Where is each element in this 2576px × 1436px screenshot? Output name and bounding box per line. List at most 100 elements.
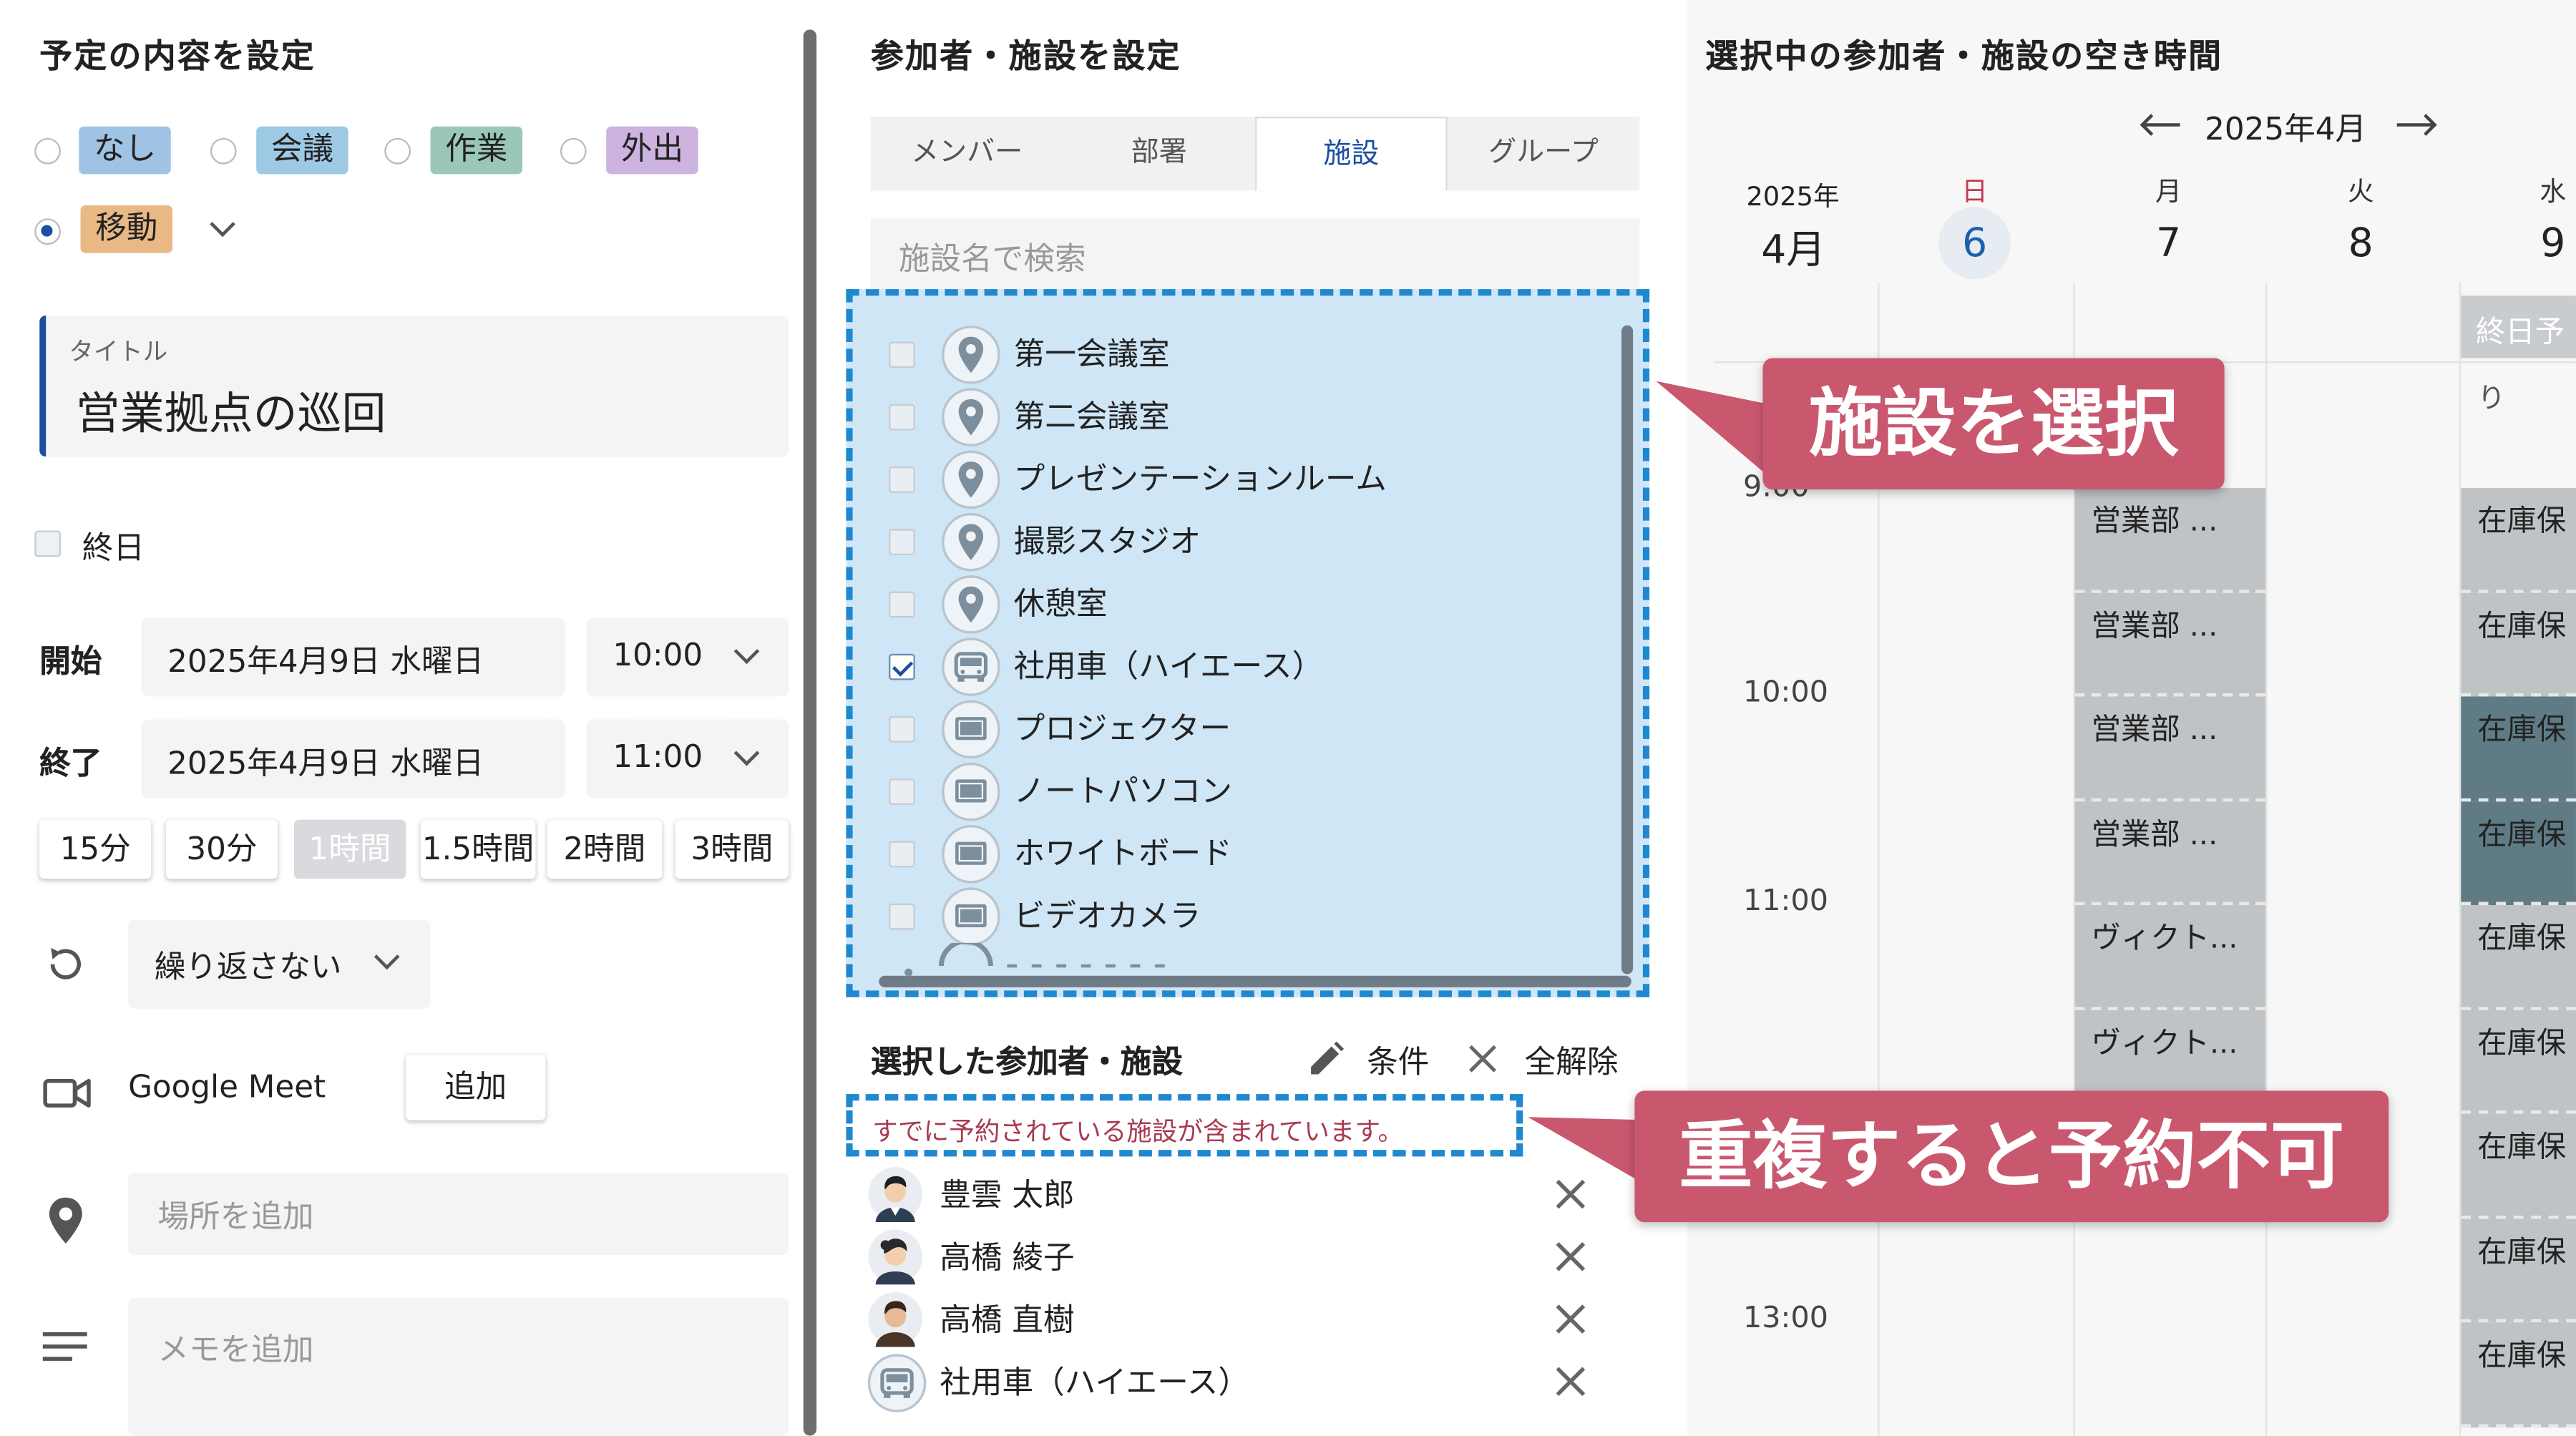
facility-item[interactable]: 第二会議室 [889,388,1611,447]
facility-item[interactable]: 休憩室 [889,575,1611,635]
facility-item[interactable]: プレゼンテーションルーム [889,450,1611,509]
duration-button[interactable]: 15分 [39,819,152,879]
start-label: 開始 [39,643,102,680]
duration-button[interactable]: 2時間 [547,819,663,879]
selected-name: 社用車（ハイエース） [940,1364,1249,1402]
category-radio[interactable] [34,218,61,245]
duration-button[interactable]: 3時間 [675,819,789,879]
month-nav-label: 2025年4月 [2205,112,2367,148]
calendar-event[interactable]: 在庫保 [2461,1009,2576,1114]
list-scrollbar-vertical[interactable] [1621,325,1634,975]
facility-checkbox[interactable] [889,903,915,930]
facility-search-input[interactable]: 施設名で検索 [870,218,1640,293]
category-radio[interactable] [34,137,61,165]
tab-3[interactable]: グループ [1448,117,1640,190]
day-number[interactable]: 9 [2517,207,2576,279]
remove-icon[interactable] [1554,1240,1587,1273]
facility-item[interactable]: 撮影スタジオ [889,512,1611,572]
end-label: 終了 [39,746,102,782]
calendar-event[interactable]: 営業部 ... [2074,801,2266,906]
allday-event[interactable]: 終日予 [2461,295,2576,358]
remove-icon[interactable] [1554,1303,1587,1336]
calendar-event[interactable]: 在庫保 [2461,592,2576,697]
duration-button[interactable]: 1.5時間 [420,819,536,879]
memo-input[interactable]: メモを追加 [128,1297,789,1436]
day-number[interactable]: 8 [2325,207,2397,279]
facility-item[interactable]: ノートパソコン [889,762,1611,821]
facility-checkbox[interactable] [889,653,915,680]
facility-item[interactable]: 第一会議室 [889,326,1611,385]
facility-checkbox[interactable] [889,778,915,805]
tab-2[interactable]: 施設 [1255,117,1448,191]
arrow-left-icon[interactable] [2139,112,2182,138]
category-tag[interactable]: なし [79,126,171,175]
chevron-down-icon [733,740,760,766]
remove-icon[interactable] [1554,1365,1587,1398]
title-field-value: 営業拠点の巡回 [75,389,386,441]
category-radio[interactable] [210,137,237,165]
facility-checkbox[interactable] [889,529,915,556]
start-time-value: 10:00 [613,637,703,674]
day-number[interactable]: 6 [1938,207,2011,280]
selected-item: 社用車（ハイエース） [867,1352,1590,1412]
title-field[interactable]: タイトル 営業拠点の巡回 [39,315,789,457]
end-time-select[interactable]: 11:00 [586,719,789,798]
category-radio[interactable] [560,137,587,165]
calendar-event[interactable]: 在庫保 [2461,801,2576,906]
allday-event-continued: り [2477,382,2506,416]
warning-box: すでに予約されている施設が含まれています。 [846,1094,1523,1157]
list-scrollbar-horizontal[interactable] [879,975,1631,987]
calendar-event[interactable]: 在庫保 [2461,487,2576,592]
arrow-right-icon[interactable] [2395,112,2438,138]
location-pin-icon [942,326,1001,385]
facility-checkbox[interactable] [889,467,915,493]
repeat-icon [50,947,81,980]
calendar-event[interactable]: 営業部 ... [2074,487,2266,592]
facility-checkbox[interactable] [889,341,915,368]
category-tag[interactable]: 外出 [606,126,698,175]
category-tag[interactable]: 移動 [80,205,173,253]
start-time-select[interactable]: 10:00 [586,617,789,697]
selected-item: 高橋 綾子 [867,1227,1590,1286]
facility-checkbox[interactable] [889,841,915,868]
calendar-event[interactable]: 在庫保 [2461,1113,2576,1218]
location-input[interactable]: 場所を追加 [128,1173,789,1256]
calendar-event[interactable]: 在庫保 [2461,1218,2576,1323]
meet-add-button[interactable]: 追加 [406,1054,546,1120]
facility-item[interactable]: プロジェクター [889,700,1611,759]
car-icon [942,638,1001,697]
tab-0[interactable]: メンバー [871,117,1063,190]
conditions-button[interactable]: 条件 [1367,1038,1429,1083]
clear-all-button[interactable]: 全解除 [1525,1038,1619,1083]
day-number[interactable]: 7 [2132,207,2205,279]
calendar-event[interactable]: 在庫保 [2461,905,2576,1010]
tab-1[interactable]: 部署 [1063,117,1255,190]
panel-divider[interactable] [803,29,817,1436]
facility-checkbox[interactable] [889,591,915,618]
day-name: 月 [2155,175,2182,207]
facility-item[interactable]: ビデオカメラ [889,887,1611,947]
facility-checkbox[interactable] [889,404,915,431]
category-tag[interactable]: 作業 [430,126,523,175]
chevron-down-icon[interactable] [210,211,235,238]
calendar-event[interactable]: 在庫保 [2461,696,2576,801]
pencil-icon[interactable] [1306,1040,1345,1079]
facility-checkbox[interactable] [889,716,915,743]
all-day-checkbox[interactable] [34,530,61,557]
calendar-event[interactable]: 営業部 ... [2074,592,2266,697]
month-label: 4月 [1761,226,1826,273]
category-radio[interactable] [384,137,411,165]
start-date-field[interactable]: 2025年4月9日 水曜日 [141,617,565,697]
calendar-event[interactable]: 営業部 ... [2074,696,2266,801]
facility-item[interactable]: 社用車（ハイエース） [889,638,1611,697]
duration-button[interactable]: 1時間 [293,819,406,879]
calendar-event[interactable]: 在庫保 [2461,1322,2576,1427]
facility-item[interactable]: ホワイトボード [889,825,1611,884]
duration-button[interactable]: 30分 [165,819,278,879]
calendar-event[interactable]: ヴィクト... [2074,905,2266,1010]
repeat-select[interactable]: 繰り返さない [128,919,431,1009]
end-date-field[interactable]: 2025年4月9日 水曜日 [141,719,565,798]
clear-icon[interactable] [1467,1043,1498,1075]
category-tag[interactable]: 会議 [256,126,348,175]
memo-icon [42,1332,87,1361]
